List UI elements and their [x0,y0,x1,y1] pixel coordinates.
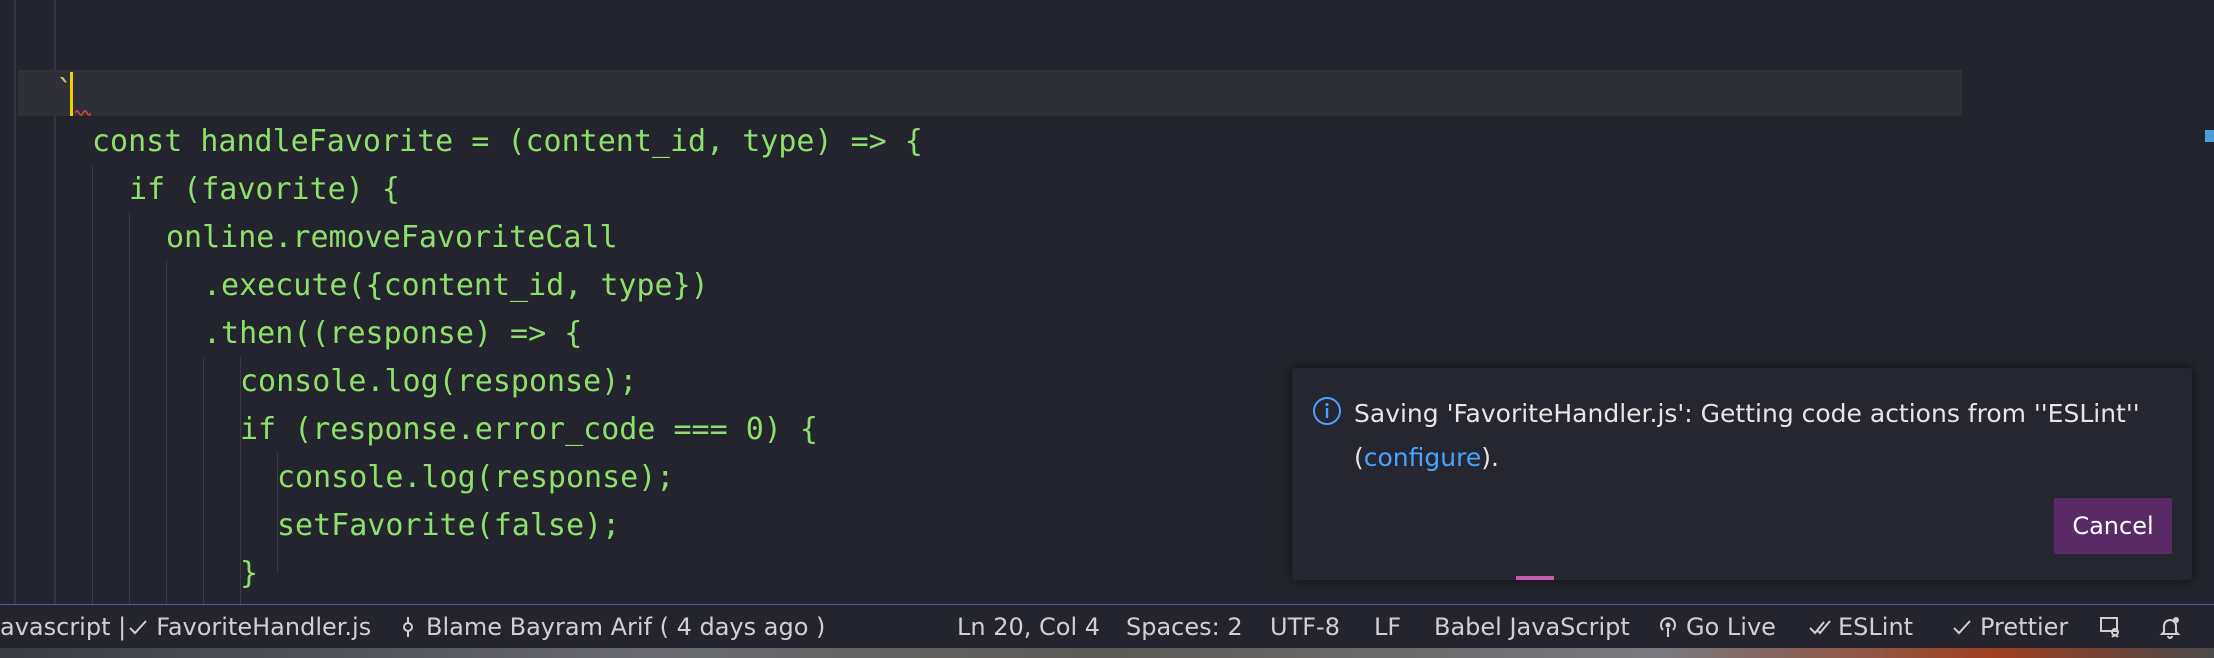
notification-text: Saving 'FavoriteHandler.js': Getting cod… [1354,399,2140,428]
prettier-label: Prettier [1980,613,2069,641]
go-live-label: Go Live [1686,613,1776,641]
status-feedback[interactable] [2098,605,2128,649]
code-line-2: if (favorite) { [129,172,400,207]
indent-guide [203,357,204,604]
notification-toast: Saving 'FavoriteHandler.js': Getting cod… [1292,368,2192,580]
feedback-icon [2100,617,2119,638]
text-cursor [70,72,73,116]
indent-guide [92,165,93,604]
language-prefix: avascript | [0,613,127,641]
code-line-8: console.log(response); [277,460,675,495]
status-go-live[interactable]: Go Live [1656,605,1776,649]
notification-message: Saving 'FavoriteHandler.js': Getting cod… [1354,392,2154,480]
status-language-mode[interactable]: Babel JavaScript [1434,605,1630,649]
code-line-10: } [240,556,259,591]
overview-ruler-marker [2205,130,2214,142]
current-line-highlight [18,70,1962,116]
dock-edge [0,648,2214,658]
status-eol[interactable]: LF [1374,605,1401,649]
status-cursor-position[interactable]: Ln 20, Col 4 [957,605,1100,649]
info-icon [1313,397,1341,425]
code-line-1: const handleFavorite = (content_id, type… [92,124,923,159]
status-indentation[interactable]: Spaces: 2 [1126,605,1243,649]
blame-label: Blame Bayram Arif ( 4 days ago ) [426,613,826,641]
broadcast-icon [1660,617,1676,637]
status-bar: avascript | FavoriteHandler.js Blame Bay… [0,604,2214,649]
check-icon [1953,620,1971,635]
error-squiggle [75,110,91,116]
eslint-label: ESLint [1838,613,1914,641]
filename-label: FavoriteHandler.js [156,613,372,641]
configure-link[interactable]: configure [1364,443,1481,472]
check-icon [129,620,147,635]
editor-gutter-border [14,0,16,604]
code-line-3: online.removeFavoriteCall [166,220,618,255]
code-line-5: .then((response) => { [203,316,583,351]
status-encoding[interactable]: UTF-8 [1270,605,1340,649]
status-eslint[interactable]: ESLint [1808,605,1913,649]
cancel-button[interactable]: Cancel [2054,498,2172,554]
status-prettier[interactable]: Prettier [1950,605,2068,649]
indent-guide [166,261,167,604]
paren-close: ). [1481,443,1499,472]
check-all-icon [1809,620,1831,635]
paren-open: ( [1354,443,1364,472]
notification-progress [1516,576,1554,580]
code-line-4: .execute({content_id, type}) [203,268,709,303]
git-commit-icon [403,617,413,637]
code-line-9: setFavorite(false); [277,508,621,543]
indent-guide [129,213,130,604]
code-line-6: console.log(response); [240,364,638,399]
code-line-7: if (response.error_code === 0) { [240,412,818,447]
vscode-window: ` const handleFavorite = (content_id, ty… [0,0,2214,658]
status-blame[interactable]: Blame Bayram Arif ( 4 days ago ) [396,605,825,649]
status-language-file[interactable]: avascript | FavoriteHandler.js [0,605,371,649]
bell-dot-icon [2159,617,2181,639]
status-notifications[interactable] [2158,605,2188,649]
